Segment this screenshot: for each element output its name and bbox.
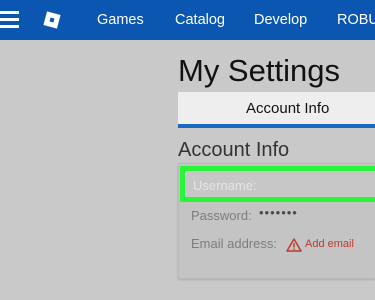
tab-account-info[interactable]: Account Info — [178, 92, 375, 128]
add-email-link[interactable]: Add email — [305, 237, 354, 251]
nav-link-develop[interactable]: Develop — [254, 12, 307, 28]
password-label: Password: — [191, 208, 252, 223]
page-title: My Settings — [178, 53, 340, 88]
password-value: ••••••• — [259, 205, 298, 220]
tab-account-info-label[interactable]: Account Info — [246, 100, 329, 118]
email-label: Email address: — [191, 236, 277, 251]
nav-link-catalog[interactable]: Catalog — [175, 12, 225, 28]
warning-triangle-icon — [286, 238, 302, 252]
section-heading: Account Info — [178, 139, 290, 161]
nav-link-games[interactable]: Games — [97, 12, 144, 28]
roblox-logo-icon[interactable] — [43, 11, 61, 29]
hamburger-menu-icon[interactable] — [0, 11, 20, 29]
top-navigation-bar: Games Catalog Develop ROBUX — [0, 0, 375, 40]
username-field[interactable]: Username: — [180, 166, 375, 202]
nav-link-robux[interactable]: ROBUX — [337, 12, 375, 28]
username-label: Username: — [193, 178, 257, 193]
